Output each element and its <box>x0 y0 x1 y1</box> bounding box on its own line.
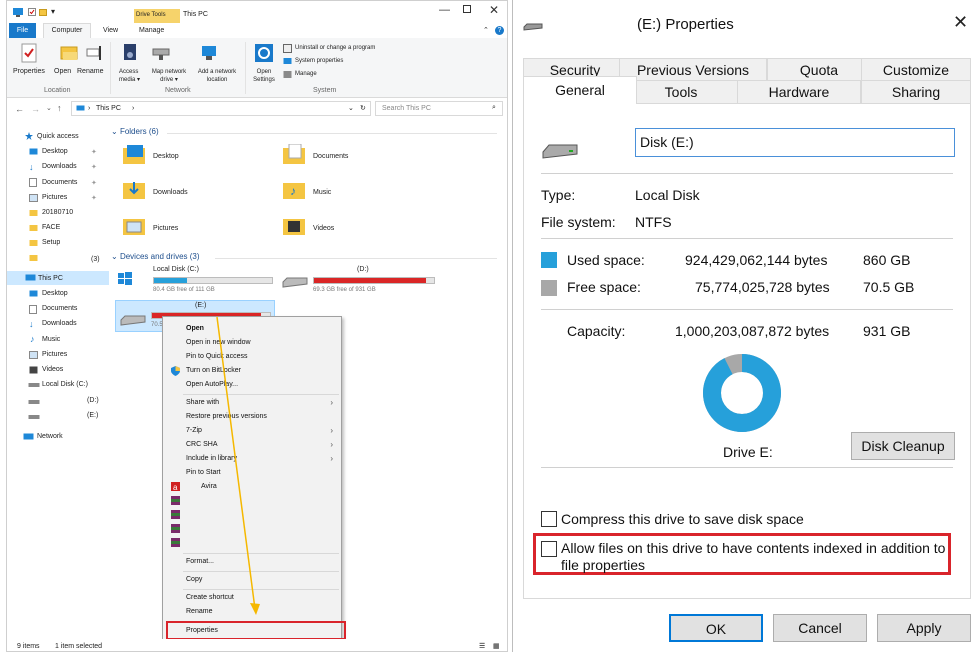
used-space-label: Used space: <box>567 252 645 268</box>
tab-previous-versions[interactable]: Previous Versions <box>619 58 767 82</box>
apply-button[interactable]: Apply <box>877 614 971 642</box>
details-view-icon[interactable]: ☰ <box>479 642 485 650</box>
annotation-arrow <box>216 316 260 615</box>
drive-name-input[interactable]: Disk (E:) <box>635 128 955 157</box>
file-system-label: File system: <box>541 214 616 230</box>
index-label-line2[interactable]: file properties <box>561 557 645 573</box>
free-space-swatch <box>541 280 557 296</box>
used-space-size: 860 GB <box>863 252 911 268</box>
index-label-line1[interactable]: Allow files on this drive to have conten… <box>561 540 945 556</box>
status-bar: 9 items 1 item selected ☰ ▦ <box>7 639 507 651</box>
dialog-title: (E:) Properties <box>637 16 734 33</box>
used-space-bytes: 924,429,062,144 bytes <box>685 252 828 268</box>
file-system-value: NTFS <box>635 214 672 230</box>
drive-large-icon <box>542 144 578 159</box>
properties-dialog: (E:) Properties ✕ Security Previous Vers… <box>512 0 972 652</box>
ok-button[interactable]: OK <box>669 614 763 642</box>
status-selected: 1 item selected <box>55 643 103 650</box>
index-checkbox[interactable] <box>541 541 557 557</box>
free-space-label: Free space: <box>567 279 641 295</box>
compress-label[interactable]: Compress this drive to save disk space <box>561 511 804 527</box>
disk-usage-donut <box>703 354 781 432</box>
compress-checkbox[interactable] <box>541 511 557 527</box>
tab-sharing[interactable]: Sharing <box>861 80 971 104</box>
status-item-count: 9 items <box>17 643 40 650</box>
drive-letter-label: Drive E: <box>723 444 773 460</box>
tiles-view-icon[interactable]: ▦ <box>493 642 500 650</box>
type-value: Local Disk <box>635 187 700 203</box>
donut-used-segment <box>703 354 781 432</box>
drive-icon <box>523 23 543 31</box>
tab-general[interactable]: General <box>523 76 637 104</box>
type-label: Type: <box>541 187 576 203</box>
disk-cleanup-button[interactable]: Disk Cleanup <box>851 432 955 460</box>
file-explorer-window: ▾ Drive Tools This PC — ✕ File Computer … <box>6 0 508 652</box>
free-space-size: 70.5 GB <box>863 279 915 295</box>
tab-quota[interactable]: Quota <box>767 58 871 82</box>
tab-hardware[interactable]: Hardware <box>737 80 861 104</box>
used-space-swatch <box>541 252 557 268</box>
tab-tools[interactable]: Tools <box>619 80 743 104</box>
dialog-close-icon[interactable]: ✕ <box>953 12 968 33</box>
free-space-bytes: 75,774,025,728 bytes <box>695 279 830 295</box>
drive-name-value: Disk (E:) <box>640 134 694 150</box>
capacity-size: 931 GB <box>863 323 911 339</box>
tab-customize[interactable]: Customize <box>861 58 971 82</box>
capacity-bytes: 1,000,203,087,872 bytes <box>675 323 830 339</box>
capacity-label: Capacity: <box>567 323 626 339</box>
cancel-button[interactable]: Cancel <box>773 614 867 642</box>
